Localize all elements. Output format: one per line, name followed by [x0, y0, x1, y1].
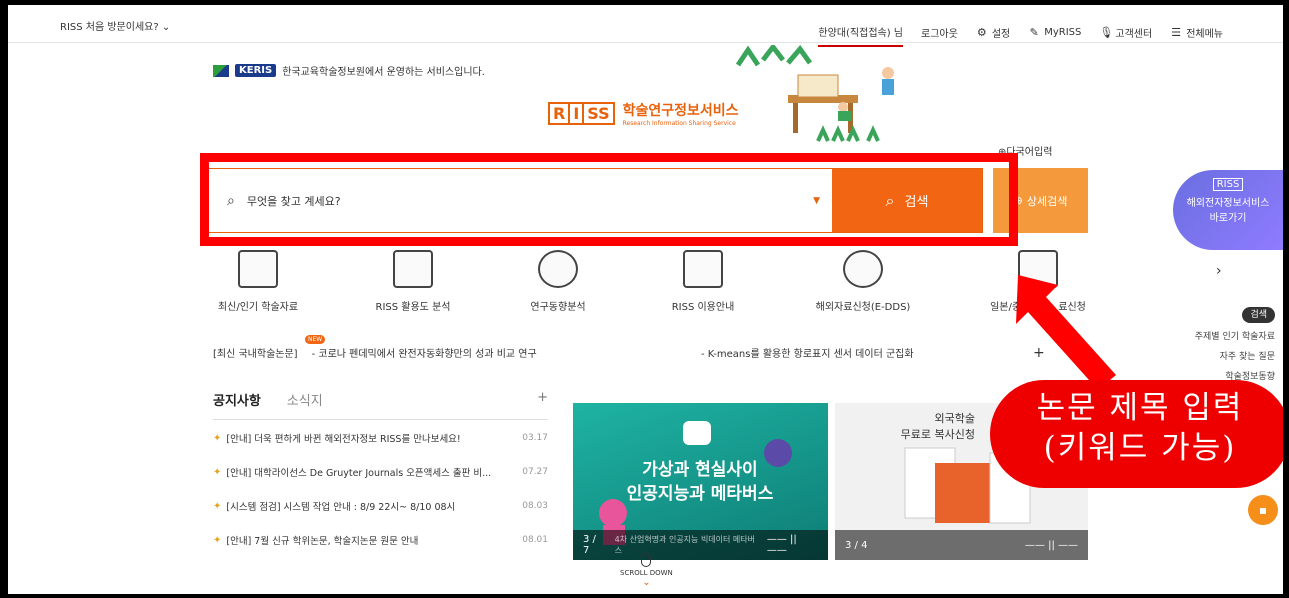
annotation-line1: 논문 제목 입력: [1036, 390, 1244, 426]
annotation-line2: (키워드 가능): [1043, 430, 1237, 466]
annotation-arrow: [1016, 275, 1116, 390]
browser-frame: RISS 처음 방문이세요? ⌄ 한양대(직접접속) 님 로그아웃 ⚙ 설정 ✎ M…: [8, 5, 1283, 594]
annotation-text: 논문 제목 입력 (키워드 가능): [998, 388, 1282, 468]
chat-icon[interactable]: ▪: [1248, 495, 1278, 525]
